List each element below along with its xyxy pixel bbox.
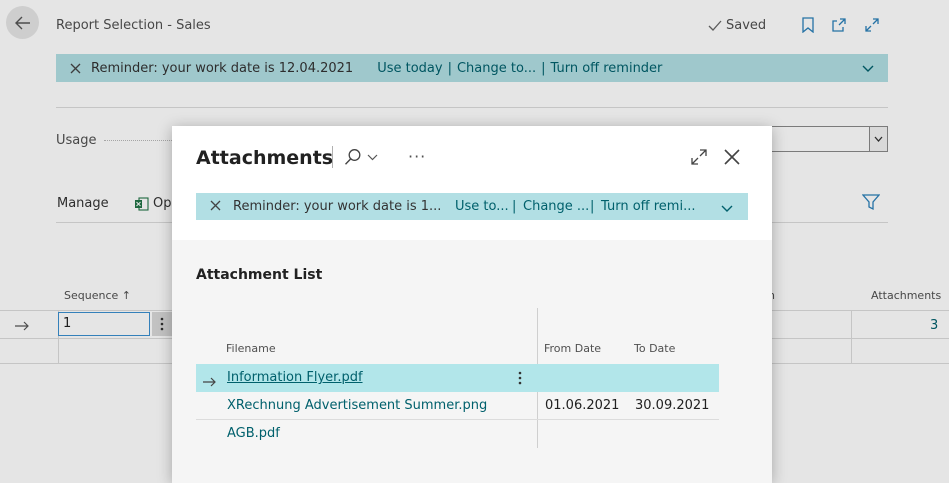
row-actions-button[interactable]	[518, 370, 522, 389]
turn-off-reminder-link[interactable]: Turn off remi...	[601, 199, 695, 214]
table-row[interactable]: AGB.pdf	[196, 420, 719, 448]
kebab-icon	[518, 371, 522, 385]
close-icon	[210, 200, 221, 211]
change-to-link[interactable]: Change ...	[523, 199, 589, 214]
table-row[interactable]: XRechnung Advertisement Summer.png 01.06…	[196, 392, 719, 420]
dialog-body: Attachment List Filename From Date To Da…	[172, 240, 772, 483]
reminder-text: Reminder: your work date is 1...	[233, 199, 442, 214]
from-date-cell: 01.06.2021	[545, 398, 620, 413]
expand-icon	[691, 149, 707, 165]
search-icon	[345, 149, 361, 165]
col-header-to-date[interactable]: To Date	[634, 342, 675, 355]
filename-link[interactable]: Information Flyer.pdf	[227, 370, 363, 385]
chevron-down-icon	[367, 154, 378, 160]
filename-link[interactable]: XRechnung Advertisement Summer.png	[227, 398, 487, 413]
col-header-filename[interactable]: Filename	[226, 342, 276, 355]
filename-link[interactable]: AGB.pdf	[227, 426, 280, 441]
attachments-dialog: Attachments ··· Reminder: your work date…	[172, 126, 772, 483]
to-date-cell: 30.09.2021	[635, 398, 710, 413]
banner-expand-button[interactable]	[721, 202, 733, 217]
dialog-reminder-banner: Reminder: your work date is 1... Use to.…	[196, 193, 748, 220]
attachment-list: Filename From Date To Date Information F…	[196, 308, 719, 448]
use-today-link[interactable]: Use to...	[455, 199, 509, 214]
expand-dialog-button[interactable]	[690, 148, 708, 170]
col-header-from-date[interactable]: From Date	[544, 342, 601, 355]
attachment-list-title: Attachment List	[196, 267, 323, 283]
close-icon	[724, 149, 740, 165]
table-row[interactable]: Information Flyer.pdf	[196, 364, 719, 392]
row-arrow-icon	[203, 377, 216, 387]
dialog-title: Attachments	[196, 147, 334, 169]
more-options-button[interactable]: ···	[408, 147, 426, 166]
dismiss-reminder-button[interactable]	[210, 200, 221, 215]
close-dialog-button[interactable]	[723, 148, 741, 170]
search-button[interactable]	[344, 148, 378, 166]
current-row-indicator	[202, 372, 217, 391]
chevron-down-icon	[721, 205, 733, 212]
